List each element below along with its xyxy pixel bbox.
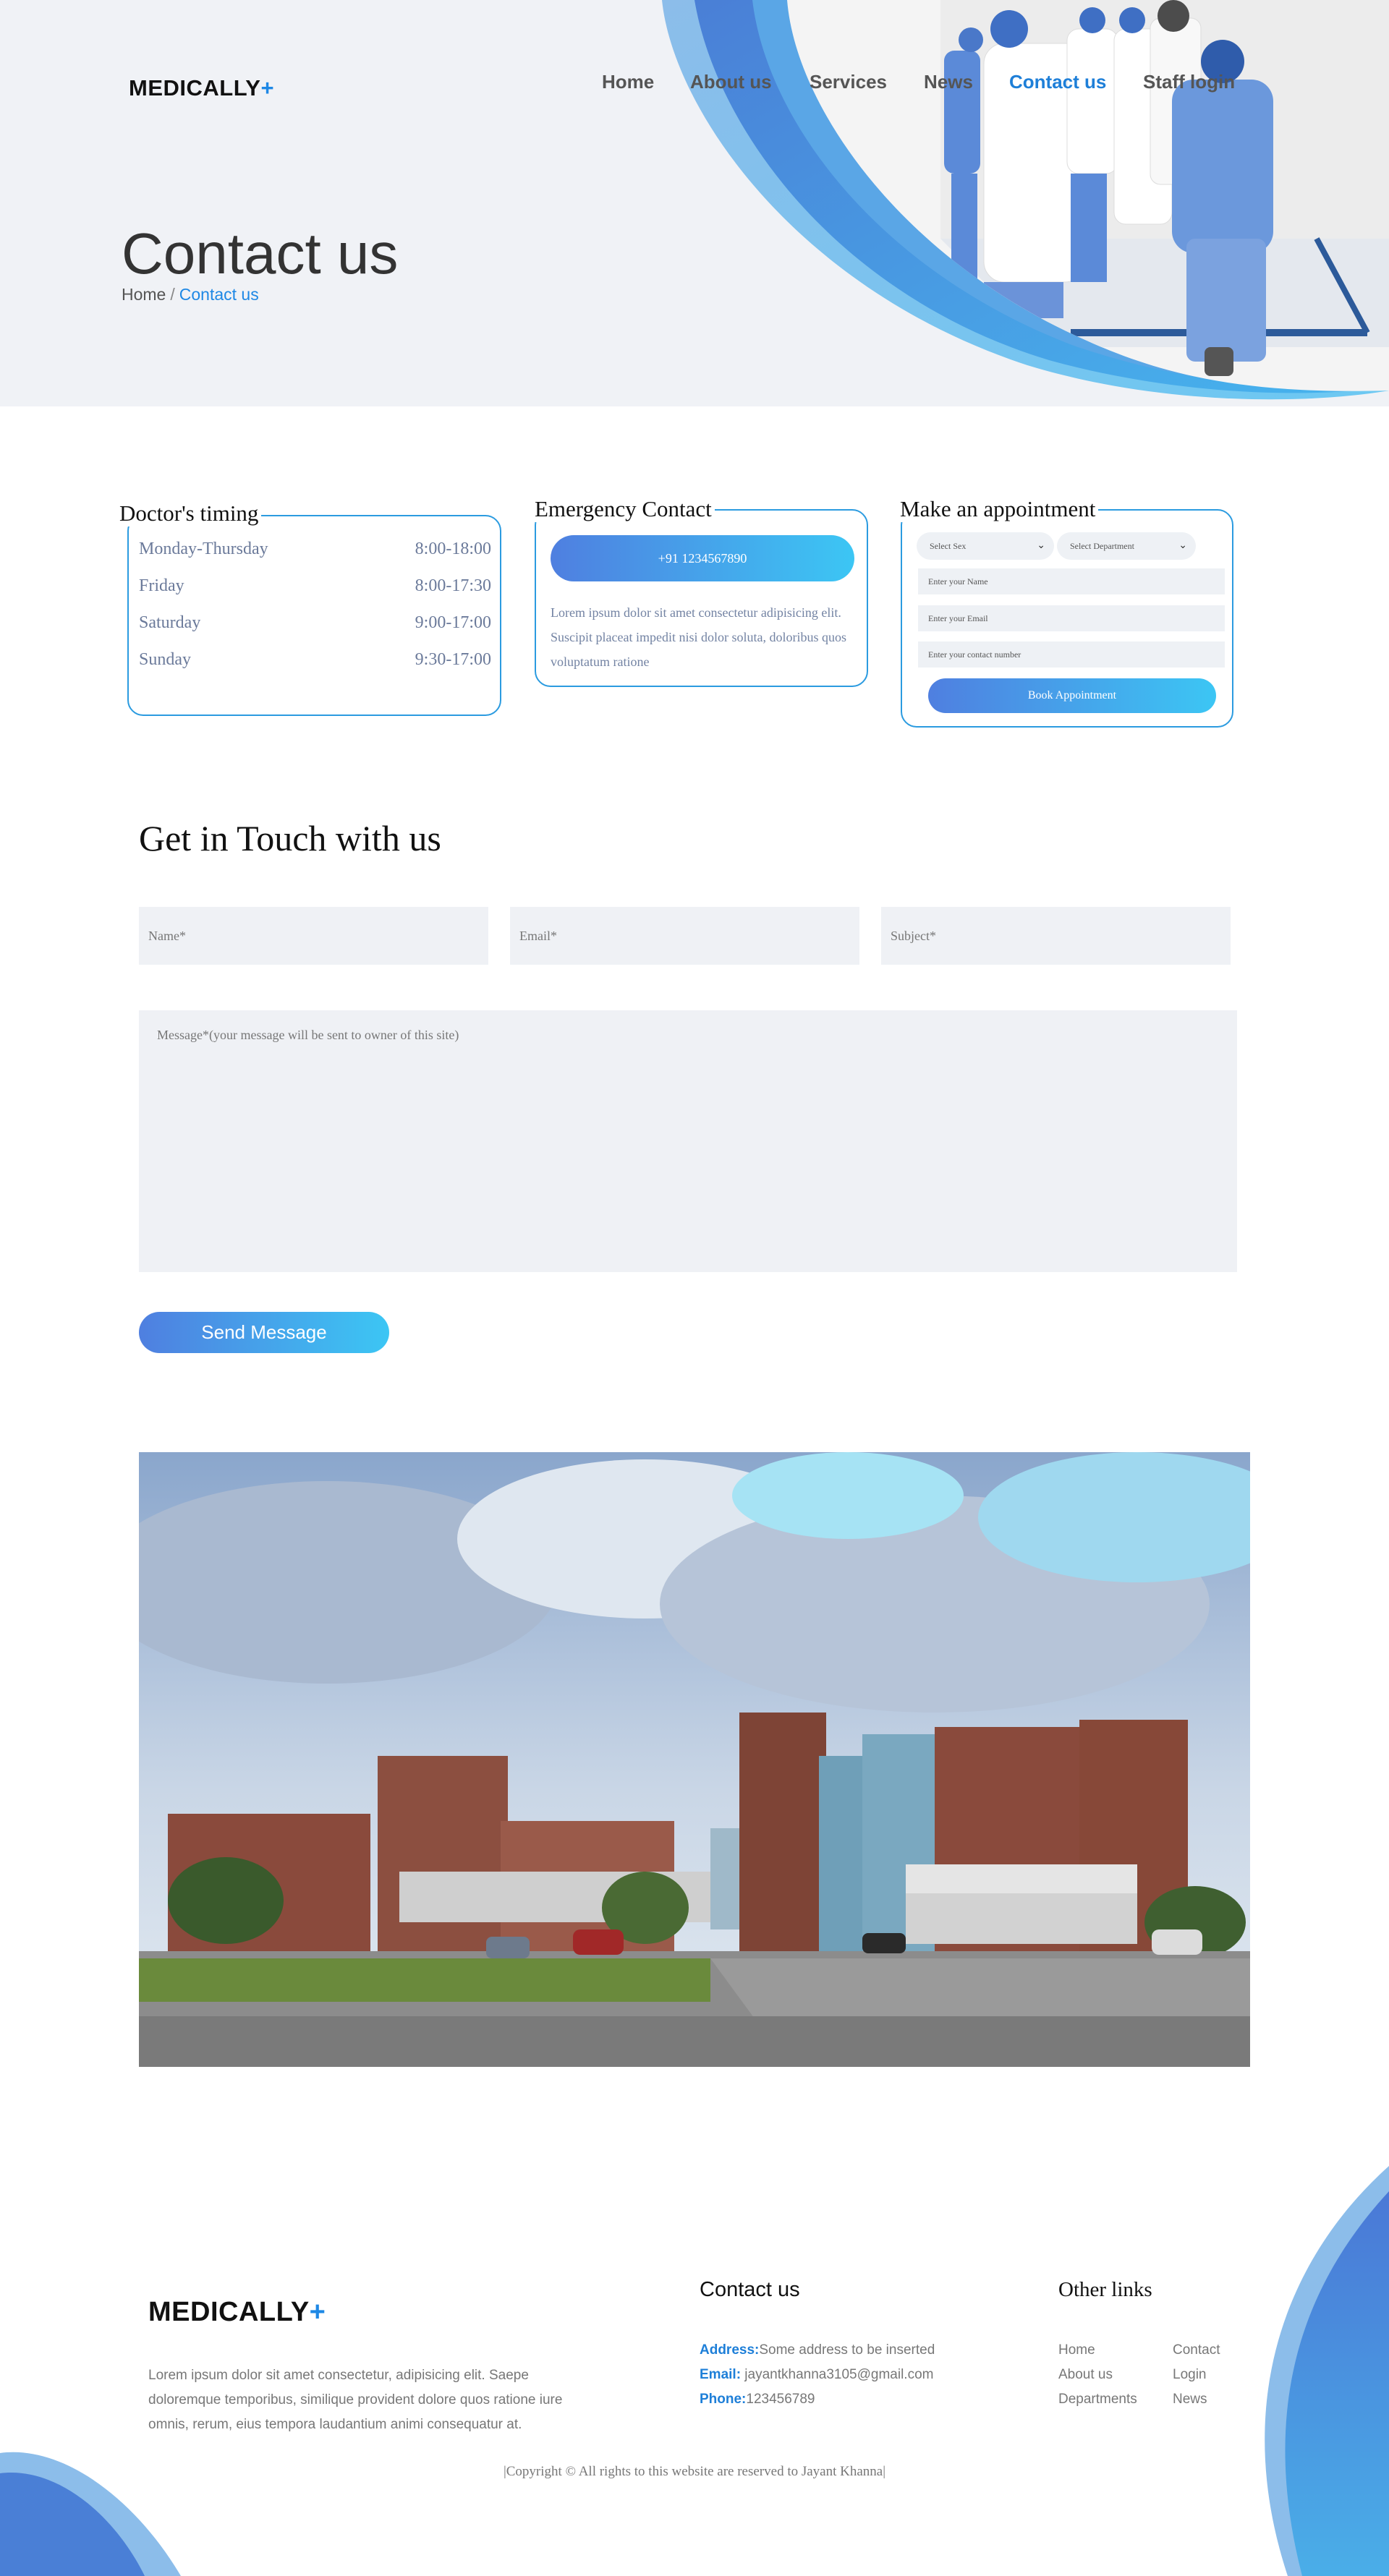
footer-email: Email: jayantkhanna3105@gmail.com [700, 2367, 933, 2383]
email-value[interactable]: jayantkhanna3105@gmail.com [741, 2367, 933, 2382]
footer-address: Address:Some address to be inserted [700, 2342, 935, 2358]
footer-brand-name: MEDICALLY [148, 2297, 310, 2327]
footer-brand-plus-icon: + [309, 2297, 326, 2327]
footer-link-home[interactable]: Home [1058, 2342, 1095, 2358]
address-value: Some address to be inserted [759, 2342, 935, 2358]
email-label: Email: [700, 2367, 742, 2382]
copyright-text: |Copyright © All rights to this website … [503, 2464, 886, 2479]
footer-contact-title: Contact us [700, 2278, 800, 2301]
footer-links-title: Other links [1058, 2278, 1152, 2301]
phone-label: Phone: [700, 2392, 747, 2407]
footer-brand-logo[interactable]: MEDICALLY+ [148, 2297, 326, 2328]
footer-link-about-us[interactable]: About us [1058, 2367, 1113, 2383]
footer-link-departments[interactable]: Departments [1058, 2392, 1137, 2407]
footer-phone: Phone:123456789 [700, 2392, 815, 2407]
address-label: Address: [700, 2342, 760, 2358]
footer-about-text: Lorem ipsum dolor sit amet consectetur, … [148, 2368, 563, 2432]
phone-value: 123456789 [746, 2392, 815, 2407]
footer-link-news[interactable]: News [1173, 2392, 1207, 2407]
footer-link-login[interactable]: Login [1173, 2367, 1207, 2383]
footer-link-contact[interactable]: Contact [1173, 2342, 1220, 2358]
footer-wave-decoration [0, 2166, 1389, 2576]
